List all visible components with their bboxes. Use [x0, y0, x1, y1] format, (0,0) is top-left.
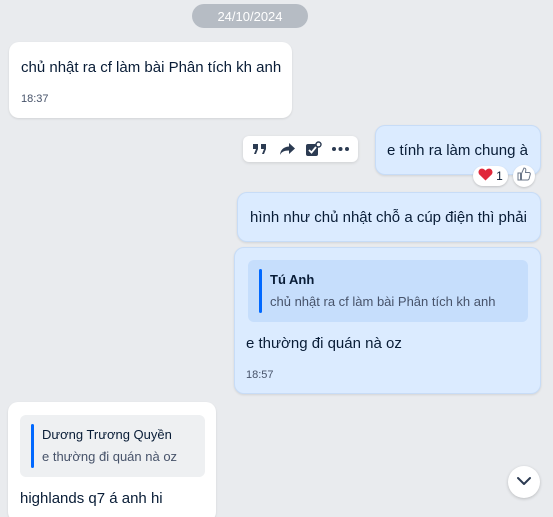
chat-window: 24/10/2024 chủ nhật ra cf làm bài Phân t…	[0, 0, 553, 517]
reply-quote[interactable]: Dương Trương Quyền e thường đi quán nà o…	[20, 415, 205, 477]
scroll-to-bottom-button[interactable]	[508, 466, 540, 498]
heart-icon	[478, 168, 493, 184]
reaction-badge[interactable]: 1	[473, 166, 508, 186]
message-text: e tính ra làm chung à	[387, 142, 528, 159]
message-bubble-received-reply[interactable]: Dương Trương Quyền e thường đi quán nà o…	[8, 402, 216, 517]
message-bubble-sent-reply[interactable]: Tú Anh chủ nhật ra cf làm bài Phân tích …	[234, 247, 541, 394]
quote-author: Dương Trương Quyền	[42, 427, 172, 442]
message-bubble-sent[interactable]: hình như chủ nhật chỗ a cúp điện thì phả…	[237, 192, 541, 242]
more-icon[interactable]	[331, 139, 351, 159]
message-text: chủ nhật ra cf làm bài Phân tích kh anh	[21, 59, 282, 76]
quote-text: e thường đi quán nà oz	[42, 449, 178, 464]
quote-author: Tú Anh	[270, 272, 315, 287]
like-button[interactable]	[513, 165, 535, 187]
message-bubble-received[interactable]: chủ nhật ra cf làm bài Phân tích kh anh …	[9, 42, 292, 118]
chevron-down-icon	[516, 473, 532, 491]
message-time: 18:37	[21, 93, 49, 105]
message-text: e thường đi quán nà oz	[246, 335, 402, 352]
date-separator: 24/10/2024	[192, 4, 308, 28]
message-text: hình như chủ nhật chỗ a cúp điện thì phả…	[250, 209, 527, 226]
message-time: 18:57	[246, 369, 274, 381]
quote-bar	[259, 269, 262, 313]
reply-quote[interactable]: Tú Anh chủ nhật ra cf làm bài Phân tích …	[248, 260, 528, 322]
message-actions-toolbar	[243, 136, 358, 162]
thumbs-up-icon	[517, 166, 531, 186]
quote-text: chủ nhật ra cf làm bài Phân tích kh anh	[270, 294, 496, 309]
quote-bar	[31, 424, 34, 468]
task-icon[interactable]	[304, 139, 324, 159]
quote-icon[interactable]	[250, 139, 270, 159]
message-text: highlands q7 á anh hi	[20, 490, 163, 507]
share-icon[interactable]	[277, 139, 297, 159]
reaction-count: 1	[496, 169, 503, 183]
